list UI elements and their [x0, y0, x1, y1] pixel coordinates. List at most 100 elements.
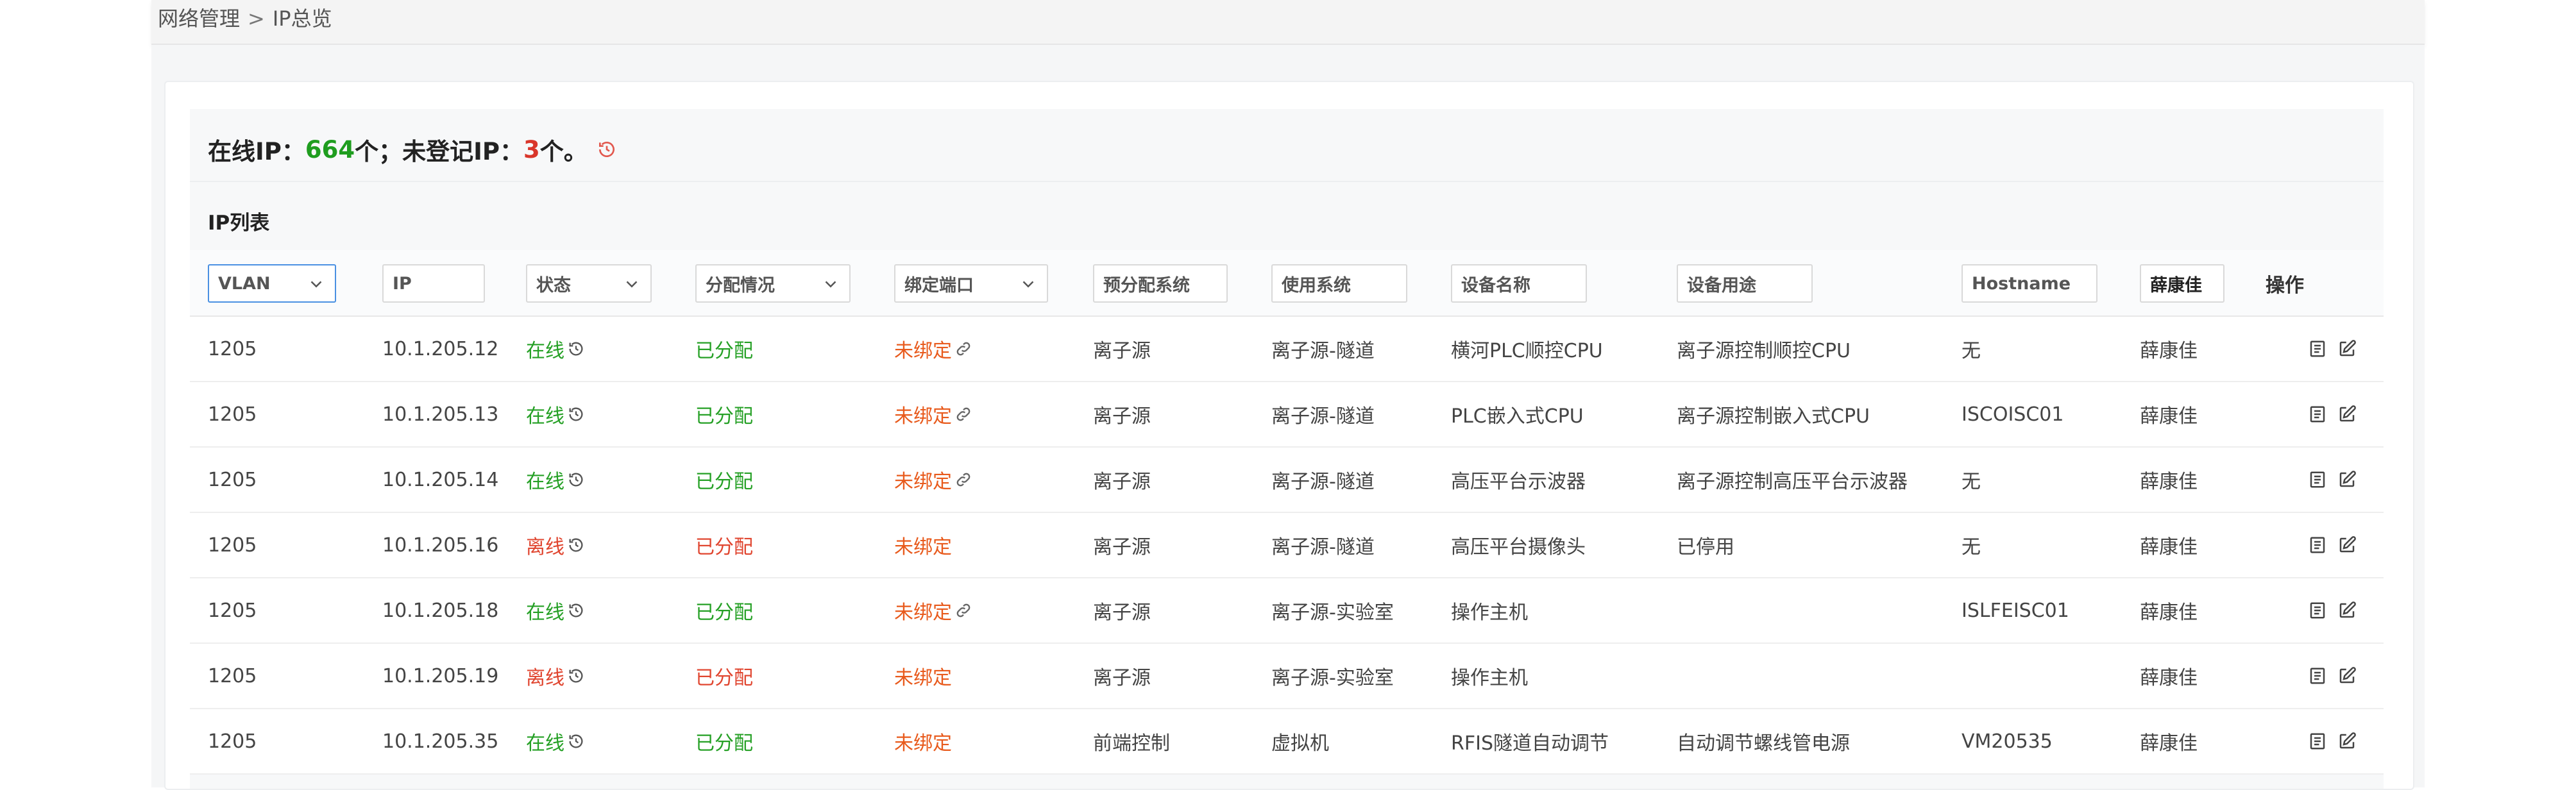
- summary-panel: 在线IP： 664 个； 未登记IP： 3 个。 IP列表 VLAN IP 状态…: [190, 109, 2384, 789]
- edit-icon[interactable]: [2337, 339, 2357, 358]
- cell-ip: 10.1.205.13: [382, 382, 498, 446]
- history-icon[interactable]: [597, 139, 617, 160]
- link-icon[interactable]: [954, 601, 972, 619]
- cell-hostname-text: ISCOISC01: [1962, 403, 2064, 426]
- edit-icon[interactable]: [2337, 470, 2357, 489]
- cell-device-text: PLC嵌入式CPU: [1451, 405, 1584, 428]
- cell-owner-text: 薛康佳: [2140, 471, 2198, 493]
- cell-port: 未绑定: [894, 578, 972, 643]
- allocation-filter-select[interactable]: 分配情况: [695, 264, 851, 303]
- cell-ip-text: 10.1.205.14: [382, 468, 499, 491]
- cell-port: 未绑定: [894, 382, 972, 446]
- view-detail-icon[interactable]: [2308, 405, 2327, 424]
- device-usage-filter-input[interactable]: 设备用途: [1677, 264, 1813, 303]
- cell-owner-text: 薛康佳: [2140, 340, 2198, 362]
- cell-status: 在线: [526, 448, 585, 512]
- cell-status-text: 在线: [526, 471, 564, 493]
- cell-use-text: 虚拟机: [1271, 732, 1329, 755]
- cell-owner: 薛康佳: [2140, 448, 2198, 512]
- history-icon[interactable]: [567, 536, 585, 554]
- cell-port-text: 未绑定: [894, 536, 952, 559]
- cell-pre: 离子源: [1093, 644, 1151, 708]
- edit-icon[interactable]: [2337, 535, 2357, 555]
- cell-vlan-text: 1205: [208, 730, 257, 753]
- cell-pre-text: 前端控制: [1093, 732, 1170, 755]
- history-icon[interactable]: [567, 667, 585, 685]
- view-detail-icon[interactable]: [2308, 666, 2327, 685]
- link-icon[interactable]: [954, 471, 972, 489]
- cell-status: 离线: [526, 513, 585, 577]
- cell-hostname: 无: [1962, 513, 1981, 577]
- cell-ip-text: 10.1.205.12: [382, 337, 499, 360]
- cell-status-text: 在线: [526, 340, 564, 362]
- cell-status: 在线: [526, 382, 585, 446]
- view-detail-icon[interactable]: [2308, 535, 2327, 555]
- link-icon[interactable]: [954, 405, 972, 423]
- vlan-filter-select[interactable]: VLAN: [208, 264, 336, 303]
- cell-ip: 10.1.205.14: [382, 448, 498, 512]
- ip-filter-input[interactable]: IP: [382, 264, 485, 303]
- cell-use-text: 离子源-隧道: [1271, 471, 1375, 493]
- cell-owner-text: 薛康佳: [2140, 536, 2198, 559]
- cell-status-text: 在线: [526, 405, 564, 428]
- cell-alloc: 已分配: [695, 644, 753, 708]
- cell-hostname-text: 无: [1962, 340, 1981, 362]
- cell-device-text: 高压平台示波器: [1451, 471, 1586, 493]
- device-name-filter-input[interactable]: 设备名称: [1451, 264, 1587, 303]
- owner-filter-input[interactable]: 薛康佳: [2140, 264, 2224, 303]
- online-label: 在线IP：: [208, 138, 305, 165]
- edit-icon[interactable]: [2337, 666, 2357, 685]
- cell-owner: 薛康佳: [2140, 382, 2198, 446]
- edit-icon[interactable]: [2337, 732, 2357, 751]
- view-detail-icon[interactable]: [2308, 339, 2327, 358]
- cell-port-text: 未绑定: [894, 405, 952, 428]
- table-row: 1205 10.1.205.19 离线 已分配 未绑定 离子源 离子源-实验室 操作主机 薛康佳: [190, 644, 2384, 709]
- online-count: 664: [305, 135, 355, 164]
- allocation-filter-label: 分配情况: [706, 275, 775, 296]
- view-detail-icon[interactable]: [2308, 601, 2327, 620]
- cell-vlan: 1205: [208, 644, 257, 708]
- history-icon[interactable]: [567, 405, 585, 423]
- cell-port: 未绑定: [894, 317, 972, 381]
- cell-alloc-text: 已分配: [695, 471, 753, 493]
- cell-alloc-text: 已分配: [695, 536, 753, 559]
- history-icon[interactable]: [567, 471, 585, 489]
- cell-ip: 10.1.205.16: [382, 513, 498, 577]
- status-filter-select[interactable]: 状态: [526, 264, 652, 303]
- history-icon[interactable]: [567, 732, 585, 750]
- table-row: 1205 10.1.205.16 离线 已分配 未绑定 离子源 离子源-隧道 高压平台摄像头 已…: [190, 513, 2384, 578]
- cell-hostname: ISLFEISC01: [1962, 578, 2069, 643]
- cell-usage-text: 自动调节螺线管电源: [1677, 732, 1850, 755]
- cell-hostname-text: 无: [1962, 536, 1981, 559]
- history-icon[interactable]: [567, 601, 585, 619]
- pre-system-filter-input[interactable]: 预分配系统: [1093, 264, 1228, 303]
- history-icon[interactable]: [567, 340, 585, 358]
- cell-owner: 薛康佳: [2140, 513, 2198, 577]
- cell-pre: 前端控制: [1093, 709, 1170, 773]
- cell-ip: 10.1.205.12: [382, 317, 498, 381]
- cell-ip: 10.1.205.35: [382, 709, 498, 773]
- cell-alloc-text: 已分配: [695, 601, 753, 624]
- cell-device: 横河PLC顺控CPU: [1451, 317, 1603, 381]
- cell-owner: 薛康佳: [2140, 578, 2198, 643]
- cell-usage-text: 离子源控制顺控CPU: [1677, 340, 1851, 362]
- row-actions: [2308, 578, 2367, 643]
- cell-usage: 离子源控制高压平台示波器: [1677, 448, 1908, 512]
- link-icon[interactable]: [954, 340, 972, 358]
- cell-device: 操作主机: [1451, 578, 1528, 643]
- breadcrumb: 网络管理 > IP总览: [158, 3, 332, 32]
- cell-pre: 离子源: [1093, 578, 1151, 643]
- cell-usage-text: 已停用: [1677, 536, 1734, 559]
- edit-icon[interactable]: [2337, 405, 2357, 424]
- cell-status-text: 在线: [526, 601, 564, 624]
- view-detail-icon[interactable]: [2308, 732, 2327, 751]
- cell-alloc: 已分配: [695, 317, 753, 381]
- cell-hostname: VM20535: [1962, 709, 2053, 773]
- breadcrumb-parent[interactable]: 网络管理: [158, 6, 240, 31]
- cell-port: 未绑定: [894, 448, 972, 512]
- use-system-filter-input[interactable]: 使用系统: [1271, 264, 1407, 303]
- bound-port-filter-select[interactable]: 绑定端口: [894, 264, 1048, 303]
- hostname-filter-input[interactable]: Hostname: [1962, 264, 2097, 303]
- view-detail-icon[interactable]: [2308, 470, 2327, 489]
- edit-icon[interactable]: [2337, 601, 2357, 620]
